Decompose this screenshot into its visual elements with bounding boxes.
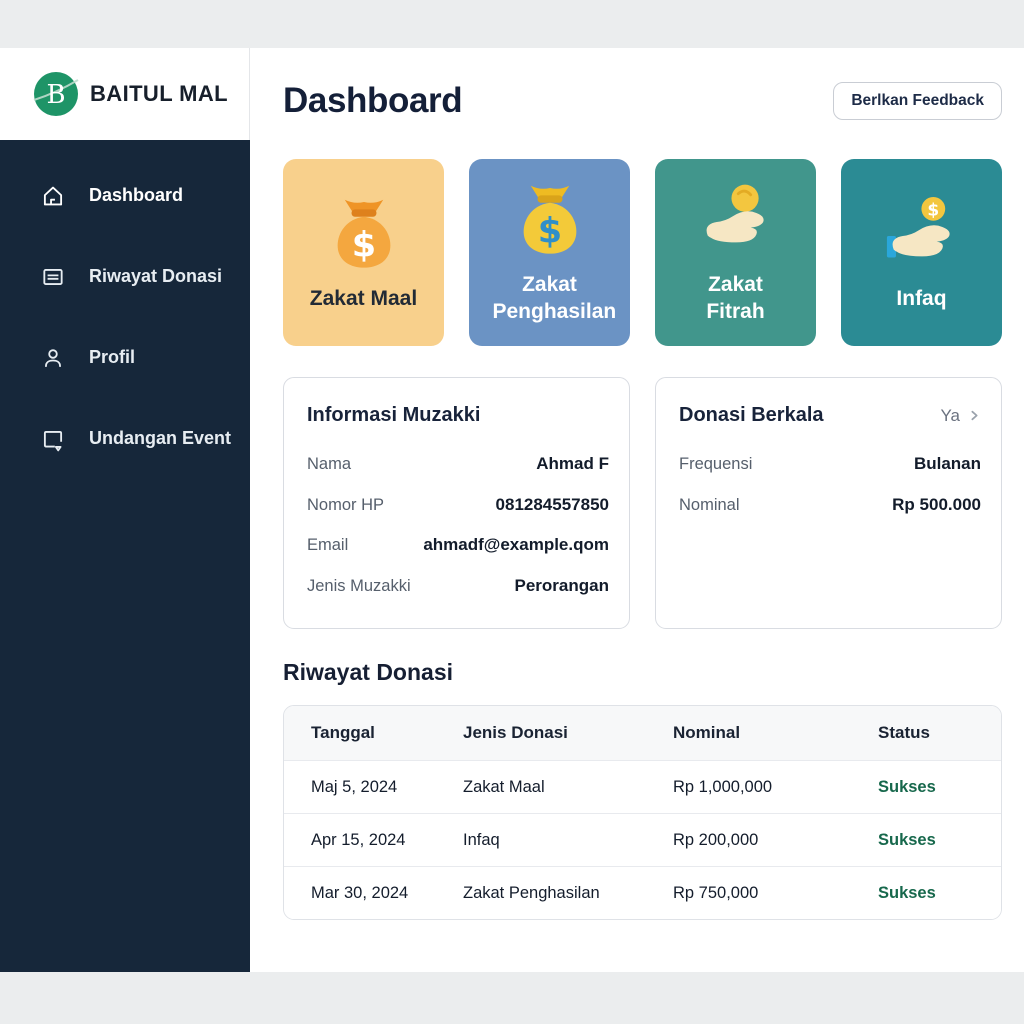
field-label: Nomor HP [307, 496, 384, 515]
hand-coin-dollar-icon: $ [879, 193, 965, 279]
column-header-tanggal: Tanggal [311, 723, 463, 743]
muzakki-card-title: Informasi Muzakki [307, 404, 480, 427]
brand-logo: B BAITUL MAL [0, 48, 250, 140]
column-header-jenis-donasi: Jenis Donasi [463, 723, 673, 743]
status-badge: Sukses [878, 884, 974, 903]
page-title: Dashboard [283, 81, 462, 121]
recurring-toggle[interactable]: Ya [940, 406, 981, 426]
brand-name: BAITUL MAL [90, 81, 228, 107]
recurring-donation-card: Donasi Berkala Ya Frequensi Bulanan Nomina… [655, 377, 1002, 629]
field-label: Jenis Muzakki [307, 577, 411, 596]
main-content: Dashboard Berlkan Feedback $ Zakat Maal … [250, 48, 1024, 972]
sidebar-item-label: Undangan Event [89, 428, 231, 449]
muzakki-fields: Nama Ahmad F Nomor HP 081284557850 Email ahma… [307, 454, 609, 596]
sidebar-item-riwayat-donasi[interactable]: Riwayat Donasi [0, 236, 250, 317]
sidebar-item-profil[interactable]: Profil [0, 317, 250, 398]
svg-text:$: $ [927, 200, 939, 220]
cell-nominal: Rp 200,000 [673, 831, 878, 850]
cell-nominal: Rp 750,000 [673, 884, 878, 903]
status-badge: Sukses [878, 831, 974, 850]
cell-nominal: Rp 1,000,000 [673, 778, 878, 797]
category-card-label: Zakat Maal [310, 286, 417, 313]
event-icon [40, 426, 66, 452]
category-cards-row: $ Zakat Maal $ Zakat Penghasilan Zakat Fi… [283, 159, 1002, 346]
category-card-label: Zakat Penghasilan [493, 272, 607, 326]
chevron-right-icon [968, 409, 981, 422]
recurring-fields: Frequensi Bulanan Nominal Rp 500.000 [679, 454, 981, 515]
muzakki-field-nama: Nama Ahmad F [307, 454, 609, 474]
sidebar-item-label: Dashboard [89, 185, 183, 206]
table-body: Maj 5, 2024Zakat MaalRp 1,000,000SuksesA… [284, 760, 1001, 919]
sidebar: B BAITUL MAL Dashboard Riwayat Donasi Prof… [0, 48, 250, 972]
money-bag-yellow-icon: $ [507, 179, 593, 265]
page-header: Dashboard Berlkan Feedback [283, 78, 1002, 124]
column-header-nominal: Nominal [673, 723, 878, 743]
feedback-button[interactable]: Berlkan Feedback [833, 82, 1002, 120]
muzakki-field-email: Email ahmadf@example.qom [307, 535, 609, 555]
info-cards-row: Informasi Muzakki Nama Ahmad F Nomor HP 081… [283, 377, 1002, 629]
money-bag-orange-icon: $ [321, 193, 407, 279]
home-icon [40, 183, 66, 209]
svg-text:$: $ [537, 210, 561, 251]
recurring-card-title: Donasi Berkala [679, 404, 824, 427]
page-background: B BAITUL MAL Dashboard Riwayat Donasi Prof… [0, 0, 1024, 1024]
field-value: 081284557850 [496, 495, 609, 515]
brand-logo-icon: B [33, 71, 79, 117]
sidebar-item-label: Riwayat Donasi [89, 266, 222, 287]
field-value: Perorangan [515, 576, 609, 596]
field-label: Nominal [679, 496, 740, 515]
donation-history-table: TanggalJenis DonasiNominalStatus Maj 5, … [283, 705, 1002, 920]
column-header-status: Status [878, 723, 974, 743]
category-card-zakat-maal[interactable]: $ Zakat Maal [283, 159, 444, 346]
cell-jenis-donasi: Infaq [463, 831, 673, 850]
svg-text:B: B [46, 80, 65, 110]
recurring-field-frequensi: Frequensi Bulanan [679, 454, 981, 474]
cell-jenis-donasi: Zakat Penghasilan [463, 884, 673, 903]
category-card-infaq[interactable]: $ Infaq [841, 159, 1002, 346]
field-value: Bulanan [914, 454, 981, 474]
cell-tanggal: Maj 5, 2024 [311, 778, 463, 797]
app-window: B BAITUL MAL Dashboard Riwayat Donasi Prof… [0, 48, 1024, 972]
svg-text:$: $ [351, 224, 375, 265]
cell-tanggal: Apr 15, 2024 [311, 831, 463, 850]
category-card-zakat-fitrah[interactable]: Zakat Fitrah [655, 159, 816, 346]
table-header-row: TanggalJenis DonasiNominalStatus [284, 706, 1001, 760]
table-row: Maj 5, 2024Zakat MaalRp 1,000,000Sukses [284, 760, 1001, 813]
person-icon [40, 345, 66, 371]
category-card-zakat-penghasilan[interactable]: $ Zakat Penghasilan [469, 159, 630, 346]
table-row: Mar 30, 2024Zakat PenghasilanRp 750,000S… [284, 866, 1001, 919]
field-value: ahmadf@example.qom [423, 535, 609, 555]
sidebar-item-dashboard[interactable]: Dashboard [0, 155, 250, 236]
category-card-label: Infaq [896, 286, 946, 313]
hand-coin-icon [693, 179, 779, 265]
field-label: Nama [307, 455, 351, 474]
muzakki-field-nomor-hp: Nomor HP 081284557850 [307, 495, 609, 515]
field-value: Rp 500.000 [892, 495, 981, 515]
list-icon [40, 264, 66, 290]
field-value: Ahmad F [536, 454, 609, 474]
table-row: Apr 15, 2024InfaqRp 200,000Sukses [284, 813, 1001, 866]
cell-jenis-donasi: Zakat Maal [463, 778, 673, 797]
field-label: Frequensi [679, 455, 752, 474]
muzakki-info-card: Informasi Muzakki Nama Ahmad F Nomor HP 081… [283, 377, 630, 629]
status-badge: Sukses [878, 778, 974, 797]
sidebar-item-label: Profil [89, 347, 135, 368]
cell-tanggal: Mar 30, 2024 [311, 884, 463, 903]
history-section-title: Riwayat Donasi [283, 659, 1002, 686]
sidebar-nav: Dashboard Riwayat Donasi Profil Undangan Ev… [0, 140, 250, 972]
recurring-field-nominal: Nominal Rp 500.000 [679, 495, 981, 515]
sidebar-item-undangan-event[interactable]: Undangan Event [0, 398, 250, 479]
recurring-toggle-value: Ya [940, 406, 960, 426]
muzakki-field-jenis-muzakki: Jenis Muzakki Perorangan [307, 576, 609, 596]
category-card-label: Zakat Fitrah [679, 272, 793, 326]
field-label: Email [307, 536, 348, 555]
